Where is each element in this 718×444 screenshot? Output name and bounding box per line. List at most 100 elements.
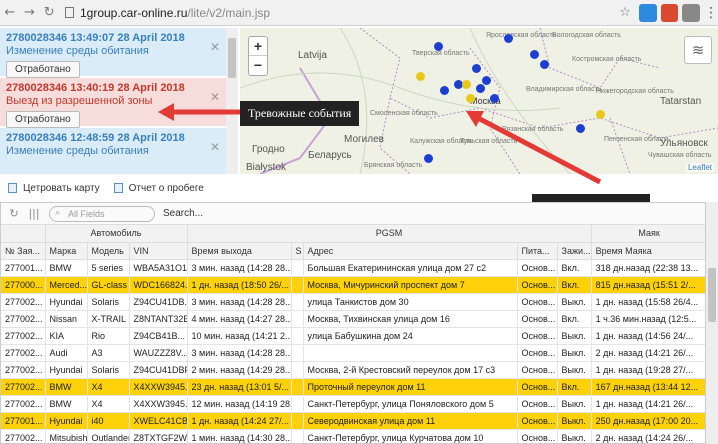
alert-header: 2780028346 12:48:59 28 April 2018 (6, 132, 185, 144)
table-row[interactable]: 277002... Audi A3 WAUZZZ8V... 3 мин. назад (… (1, 344, 705, 362)
vehicle-marker[interactable] (490, 94, 499, 103)
column-header[interactable]: VIN (129, 242, 188, 260)
table-cell: Вкл. (557, 378, 592, 396)
extension-icon[interactable] (638, 3, 657, 22)
table-row[interactable]: 277002... KIA Rio Z94CB41B... 10 мин. назад … (1, 327, 705, 345)
table-cell: X4 (87, 378, 130, 396)
map-label: Нижегородская область (596, 88, 674, 95)
column-header[interactable]: Марка (45, 242, 88, 260)
table-cell (291, 344, 304, 362)
extension-icon[interactable] (660, 3, 679, 22)
vehicle-marker[interactable] (596, 110, 605, 119)
vehicle-marker[interactable] (434, 42, 443, 51)
table-cell: 1 ч.36 мин.назад (12:5... (591, 310, 705, 328)
center-map-link[interactable]: Цетровать карту (23, 183, 100, 194)
vehicle-marker[interactable] (462, 80, 471, 89)
vehicle-marker[interactable] (530, 50, 539, 59)
vehicle-marker[interactable] (424, 154, 433, 163)
resolve-button[interactable]: Отработано (6, 61, 80, 78)
table-cell: Основ... (517, 327, 558, 345)
resolve-button[interactable]: Отработано (6, 111, 80, 128)
column-header[interactable]: Модель (87, 242, 130, 260)
table-cell (291, 327, 304, 345)
search-button[interactable]: Search... (163, 208, 203, 219)
table-row[interactable]: 277002... Hyundai Solaris Z94CU41DB... 3 мин… (1, 293, 705, 311)
table-cell: 1 дн. назад (15:58 26/4... (591, 293, 705, 311)
vehicle-marker[interactable] (440, 86, 449, 95)
back-icon[interactable]: ← (0, 3, 20, 23)
table-row[interactable]: 277002...NissanX-TRAILZ8NTANT32E...4 мин… (1, 310, 705, 328)
column-header[interactable]: Зажи... (557, 242, 592, 260)
map-label: Białystok (246, 162, 287, 173)
table-cell: 277002... (1, 327, 46, 345)
close-icon[interactable]: ✕ (210, 40, 220, 54)
column-header[interactable]: № Зая... (1, 242, 46, 260)
close-icon[interactable]: ✕ (210, 90, 220, 104)
vehicle-marker[interactable] (416, 72, 425, 81)
map-attribution[interactable]: Leaflet (685, 163, 714, 172)
vehicle-marker[interactable] (482, 76, 491, 85)
table-cell: Outlander (87, 429, 130, 443)
table-row[interactable]: 277002... BMW X4 X4XXW3945... 23 дн. назад (… (1, 378, 705, 396)
table-cell: GL-class (87, 276, 130, 294)
column-header[interactable]: Адрес (303, 242, 518, 260)
table-cell (291, 259, 304, 277)
map-label: Ульяновск (660, 138, 708, 149)
menu-icon[interactable]: ⋮ (704, 5, 718, 21)
table-cell: Основ... (517, 412, 558, 430)
vehicle-marker[interactable] (576, 124, 585, 133)
zoom-out-button[interactable]: − (249, 56, 267, 75)
table-cell (303, 344, 518, 362)
group-header (1, 225, 46, 243)
table-row[interactable]: 277001...BMW5 seriesWBA5A31O1...3 мин. н… (1, 259, 705, 277)
column-header[interactable]: Пита... (517, 242, 558, 260)
table-cell: Северодвинская улица дом 11 (303, 412, 518, 430)
close-icon[interactable]: ✕ (210, 140, 220, 154)
vehicle-marker[interactable] (540, 60, 549, 69)
table-cell: 277002... (1, 293, 46, 311)
report-icon[interactable] (113, 183, 123, 193)
star-icon[interactable]: ☆ (615, 3, 635, 23)
vehicle-marker[interactable] (476, 84, 485, 93)
alerts-scrollbar[interactable] (226, 28, 238, 174)
table-cell (291, 361, 304, 379)
table-cell: Большая Екатерининская улица дом 27 с2 (303, 259, 518, 277)
mileage-report-link[interactable]: Отчет о пробеге (129, 183, 204, 194)
table-cell: Основ... (517, 310, 558, 328)
forward-icon[interactable]: → (20, 3, 40, 23)
table-row[interactable]: 277002... BMW X4 X4XXW3945... 12 мин. назад … (1, 395, 705, 413)
column-header[interactable]: S (291, 242, 304, 260)
table-cell: Solaris (87, 293, 130, 311)
scrollbar-thumb[interactable] (228, 38, 236, 78)
scrollbar-thumb[interactable] (708, 268, 716, 322)
table-row[interactable]: 277002...MitsubishiOutlanderZ8TXTGF2W...… (1, 429, 705, 443)
table-cell: Санкт-Петербург, улица Курчатова дом 10 (303, 429, 518, 443)
address-bar[interactable]: 1group.car-online.ru/lite/v2/main.jsp (64, 3, 615, 23)
column-header[interactable]: Время выхода (187, 242, 292, 260)
table-cell (291, 276, 304, 294)
layers-icon[interactable]: ≋ (684, 36, 712, 64)
refresh-icon[interactable]: ↻ (7, 207, 21, 221)
table-cell: BMW (45, 395, 88, 413)
table-row[interactable]: 277000... Merced... GL-class WDC166824... 1 … (1, 276, 705, 294)
extension-icon[interactable] (682, 3, 700, 22)
vehicle-marker[interactable] (504, 34, 513, 43)
table-cell (291, 395, 304, 413)
column-header[interactable]: Время Маяка (591, 242, 705, 260)
alert-item: 2780028346 13:49:07 28 April 2018 Измене… (0, 28, 226, 78)
zoom-in-button[interactable]: + (249, 37, 267, 56)
table-row[interactable]: 277001...Hyundaii40XWELC41CB...1 дн. наз… (1, 412, 705, 430)
search-placeholder: All Fields (68, 208, 105, 219)
reload-icon[interactable]: ↻ (39, 3, 59, 23)
table-cell: 277000... (1, 276, 46, 294)
search-field[interactable]: ⌕ All Fields (49, 205, 155, 222)
map-label: Tatarstan (660, 96, 702, 107)
vehicle-marker[interactable] (466, 94, 475, 103)
table-cell: Москва, Мичуринский проспект дом 7 (303, 276, 518, 294)
table-row[interactable]: 277002...HyundaiSolarisZ94CU41DBF...2 ми… (1, 361, 705, 379)
center-map-icon[interactable] (8, 183, 17, 193)
grid-scrollbar[interactable] (706, 202, 718, 444)
alert-message: Изменение среды обитания (6, 45, 149, 57)
columns-icon[interactable]: ||| (27, 207, 41, 221)
vehicle-marker[interactable] (472, 64, 481, 73)
